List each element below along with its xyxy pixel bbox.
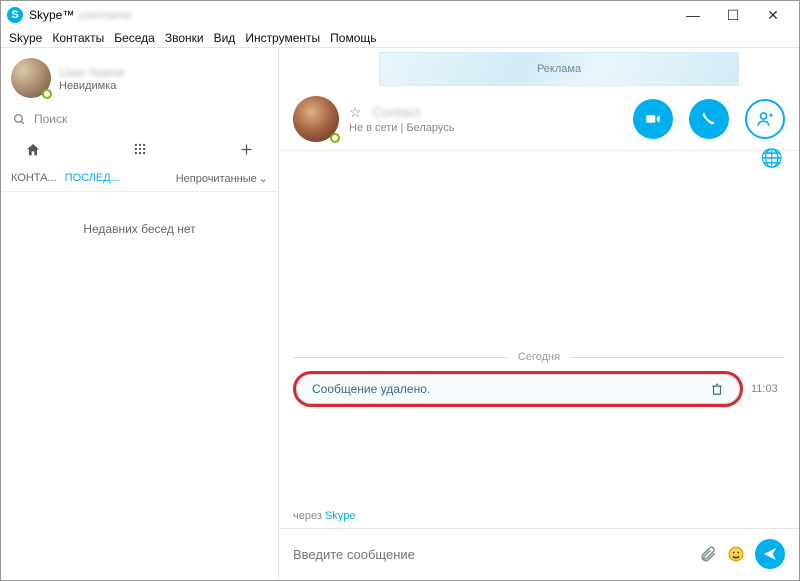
message-input[interactable] [293,547,689,562]
search-icon [13,113,26,126]
minimize-button[interactable]: — [673,1,713,29]
menu-view[interactable]: Вид [214,31,236,45]
menu-help[interactable]: Помощь [330,31,376,45]
attach-icon[interactable] [699,545,717,563]
audio-call-button[interactable] [689,99,729,139]
search-placeholder: Поиск [34,112,67,126]
trash-icon [710,382,724,396]
tab-unread-label: Непрочитанные [176,173,257,185]
dialpad-icon[interactable] [128,142,152,158]
contact-avatar[interactable] [293,96,339,142]
via-text: через Skype [293,510,356,522]
favorite-star-icon[interactable]: ☆ [349,104,362,120]
close-button[interactable]: ✕ [753,1,793,29]
menu-tools[interactable]: Инструменты [245,31,320,45]
menubar: Skype Контакты Беседа Звонки Вид Инструм… [1,29,799,47]
deleted-message-bubble[interactable]: Сообщение удалено. [293,371,743,407]
sidebar-tabs: КОНТА... ПОСЛЕД... Непрочитанные ⌄ [1,166,278,192]
emoji-icon[interactable] [727,545,745,563]
contact-name: Contact [372,104,420,120]
sidebar-iconrow [1,134,278,166]
chevron-down-icon: ⌄ [259,172,268,185]
menu-calls[interactable]: Звонки [165,31,204,45]
search-bar[interactable]: Поиск [1,104,278,134]
message-time: 11:03 [751,383,785,395]
menu-skype[interactable]: Skype [9,31,42,45]
tab-contacts[interactable]: КОНТА... [11,172,57,185]
via-skype-link[interactable]: Skype [325,510,356,522]
sidebar-empty-text: Недавних бесед нет [1,192,278,266]
tab-unread[interactable]: Непрочитанные ⌄ [176,172,268,185]
home-icon[interactable] [21,142,45,158]
skype-logo-icon: S [7,7,23,23]
app-title: Skype™ [29,8,74,22]
self-name: User Name [59,65,125,80]
maximize-button[interactable]: ☐ [713,1,753,29]
presence-invisible-icon [42,89,52,99]
video-call-button[interactable] [633,99,673,139]
add-contact-button[interactable] [745,99,785,139]
day-label: Сегодня [518,351,560,363]
menu-contacts[interactable]: Контакты [52,31,104,45]
chat-body: Сегодня Сообщение удалено. 11:03 через S… [279,151,799,528]
tab-recent[interactable]: ПОСЛЕД... [65,172,120,185]
presence-offline-icon [330,133,340,143]
ad-banner[interactable]: Реклама [379,52,739,86]
self-avatar [11,58,51,98]
sidebar: User Name Невидимка Поиск КОНТА... ПОСЛЕ… [1,48,279,579]
profile[interactable]: User Name Невидимка [1,48,278,104]
message-row: Сообщение удалено. 11:03 [293,371,785,407]
content: Реклама ☆ Contact Не в сети | Беларусь [279,48,799,579]
contact-status-line: Не в сети | Беларусь [349,122,617,134]
titlebar: S Skype™ username — ☐ ✕ [1,1,799,29]
send-button[interactable] [755,539,785,569]
day-separator: Сегодня [279,351,799,363]
deleted-message-text: Сообщение удалено. [312,382,430,396]
composer [279,528,799,579]
menu-conversation[interactable]: Беседа [114,31,155,45]
new-chat-icon[interactable] [234,142,258,158]
contact-header: ☆ Contact Не в сети | Беларусь [279,86,799,151]
main: User Name Невидимка Поиск КОНТА... ПОСЛЕ… [1,48,799,579]
self-status[interactable]: Невидимка [59,80,125,92]
window-username: username [78,8,131,22]
